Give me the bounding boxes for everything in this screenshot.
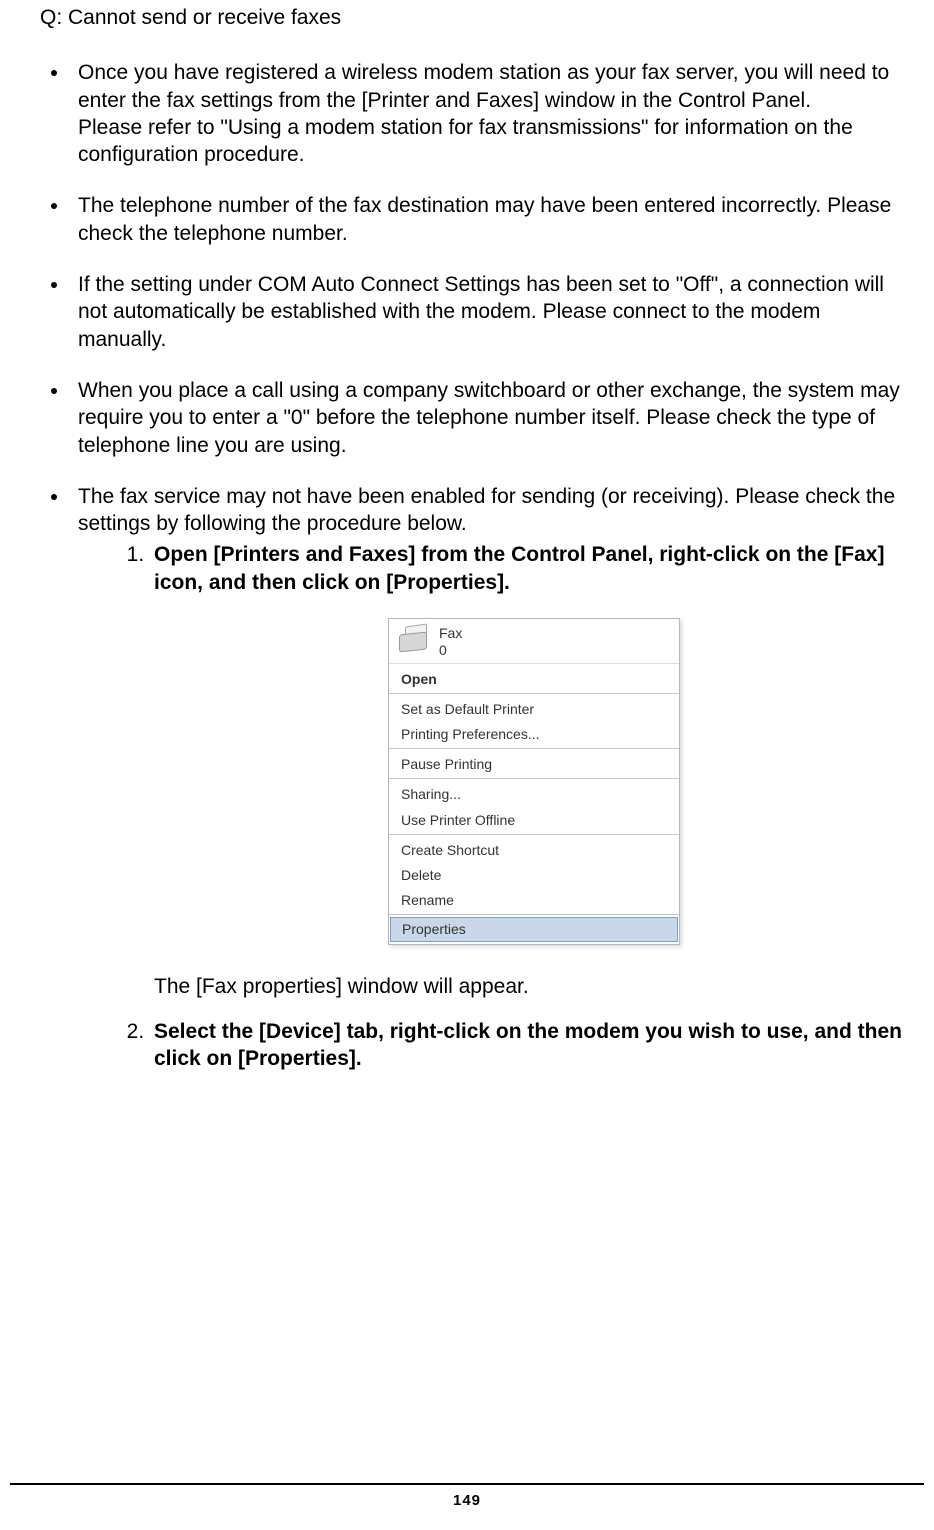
step-item: Select the [Device] tab, right-click on …: [150, 1018, 914, 1073]
step-item: Open [Printers and Faxes] from the Contr…: [150, 541, 914, 999]
footer-rule: [10, 1483, 924, 1485]
menu-item-use-offline[interactable]: Use Printer Offline: [389, 807, 679, 832]
menu-item-open[interactable]: Open: [389, 666, 679, 691]
menu-separator: [389, 914, 679, 915]
menu-separator: [389, 748, 679, 749]
bullet-text: When you place a call using a company sw…: [78, 377, 914, 459]
screenshot-context-menu: Fax 0 Open Set as Default Printer Printi…: [154, 618, 914, 944]
page-title: Q: Cannot send or receive faxes: [40, 4, 914, 31]
bullet-item: Once you have registered a wireless mode…: [70, 59, 914, 168]
bullet-text: The telephone number of the fax destinat…: [78, 192, 914, 247]
bullet-item: The fax service may not have been enable…: [70, 483, 914, 1073]
bullet-text: Once you have registered a wireless mode…: [78, 59, 914, 114]
bullet-item: If the setting under COM Auto Connect Se…: [70, 271, 914, 353]
menu-separator: [389, 693, 679, 694]
menu-item-printing-prefs[interactable]: Printing Preferences...: [389, 721, 679, 746]
after-image-text: The [Fax properties] window will appear.: [154, 973, 914, 1000]
numbered-list: Open [Printers and Faxes] from the Contr…: [78, 541, 914, 1072]
bullet-item: When you place a call using a company sw…: [70, 377, 914, 459]
menu-separator: [389, 778, 679, 779]
fax-label-line1: Fax: [439, 625, 462, 642]
menu-item-set-default[interactable]: Set as Default Printer: [389, 696, 679, 721]
context-menu: Open Set as Default Printer Printing Pre…: [389, 664, 679, 944]
menu-separator: [389, 834, 679, 835]
step-text: Open [Printers and Faxes] from the Contr…: [154, 543, 884, 593]
fax-machine-icon: [395, 625, 431, 655]
bullet-text: If the setting under COM Auto Connect Se…: [78, 271, 914, 353]
menu-item-properties[interactable]: Properties: [390, 917, 678, 941]
menu-item-rename[interactable]: Rename: [389, 887, 679, 912]
menu-item-sharing[interactable]: Sharing...: [389, 781, 679, 806]
bullet-text: Please refer to "Using a modem station f…: [78, 114, 914, 169]
menu-item-create-shortcut[interactable]: Create Shortcut: [389, 837, 679, 862]
menu-item-pause-printing[interactable]: Pause Printing: [389, 751, 679, 776]
fax-label-line2: 0: [439, 642, 462, 659]
step-text: Select the [Device] tab, right-click on …: [154, 1020, 902, 1070]
fax-icon-header: Fax 0: [389, 619, 679, 664]
bullet-text: The fax service may not have been enable…: [78, 483, 914, 538]
page-number: 149: [0, 1491, 934, 1511]
bullet-list: Once you have registered a wireless mode…: [40, 59, 914, 1072]
menu-item-delete[interactable]: Delete: [389, 862, 679, 887]
bullet-item: The telephone number of the fax destinat…: [70, 192, 914, 247]
page-footer: 149: [0, 1483, 934, 1511]
